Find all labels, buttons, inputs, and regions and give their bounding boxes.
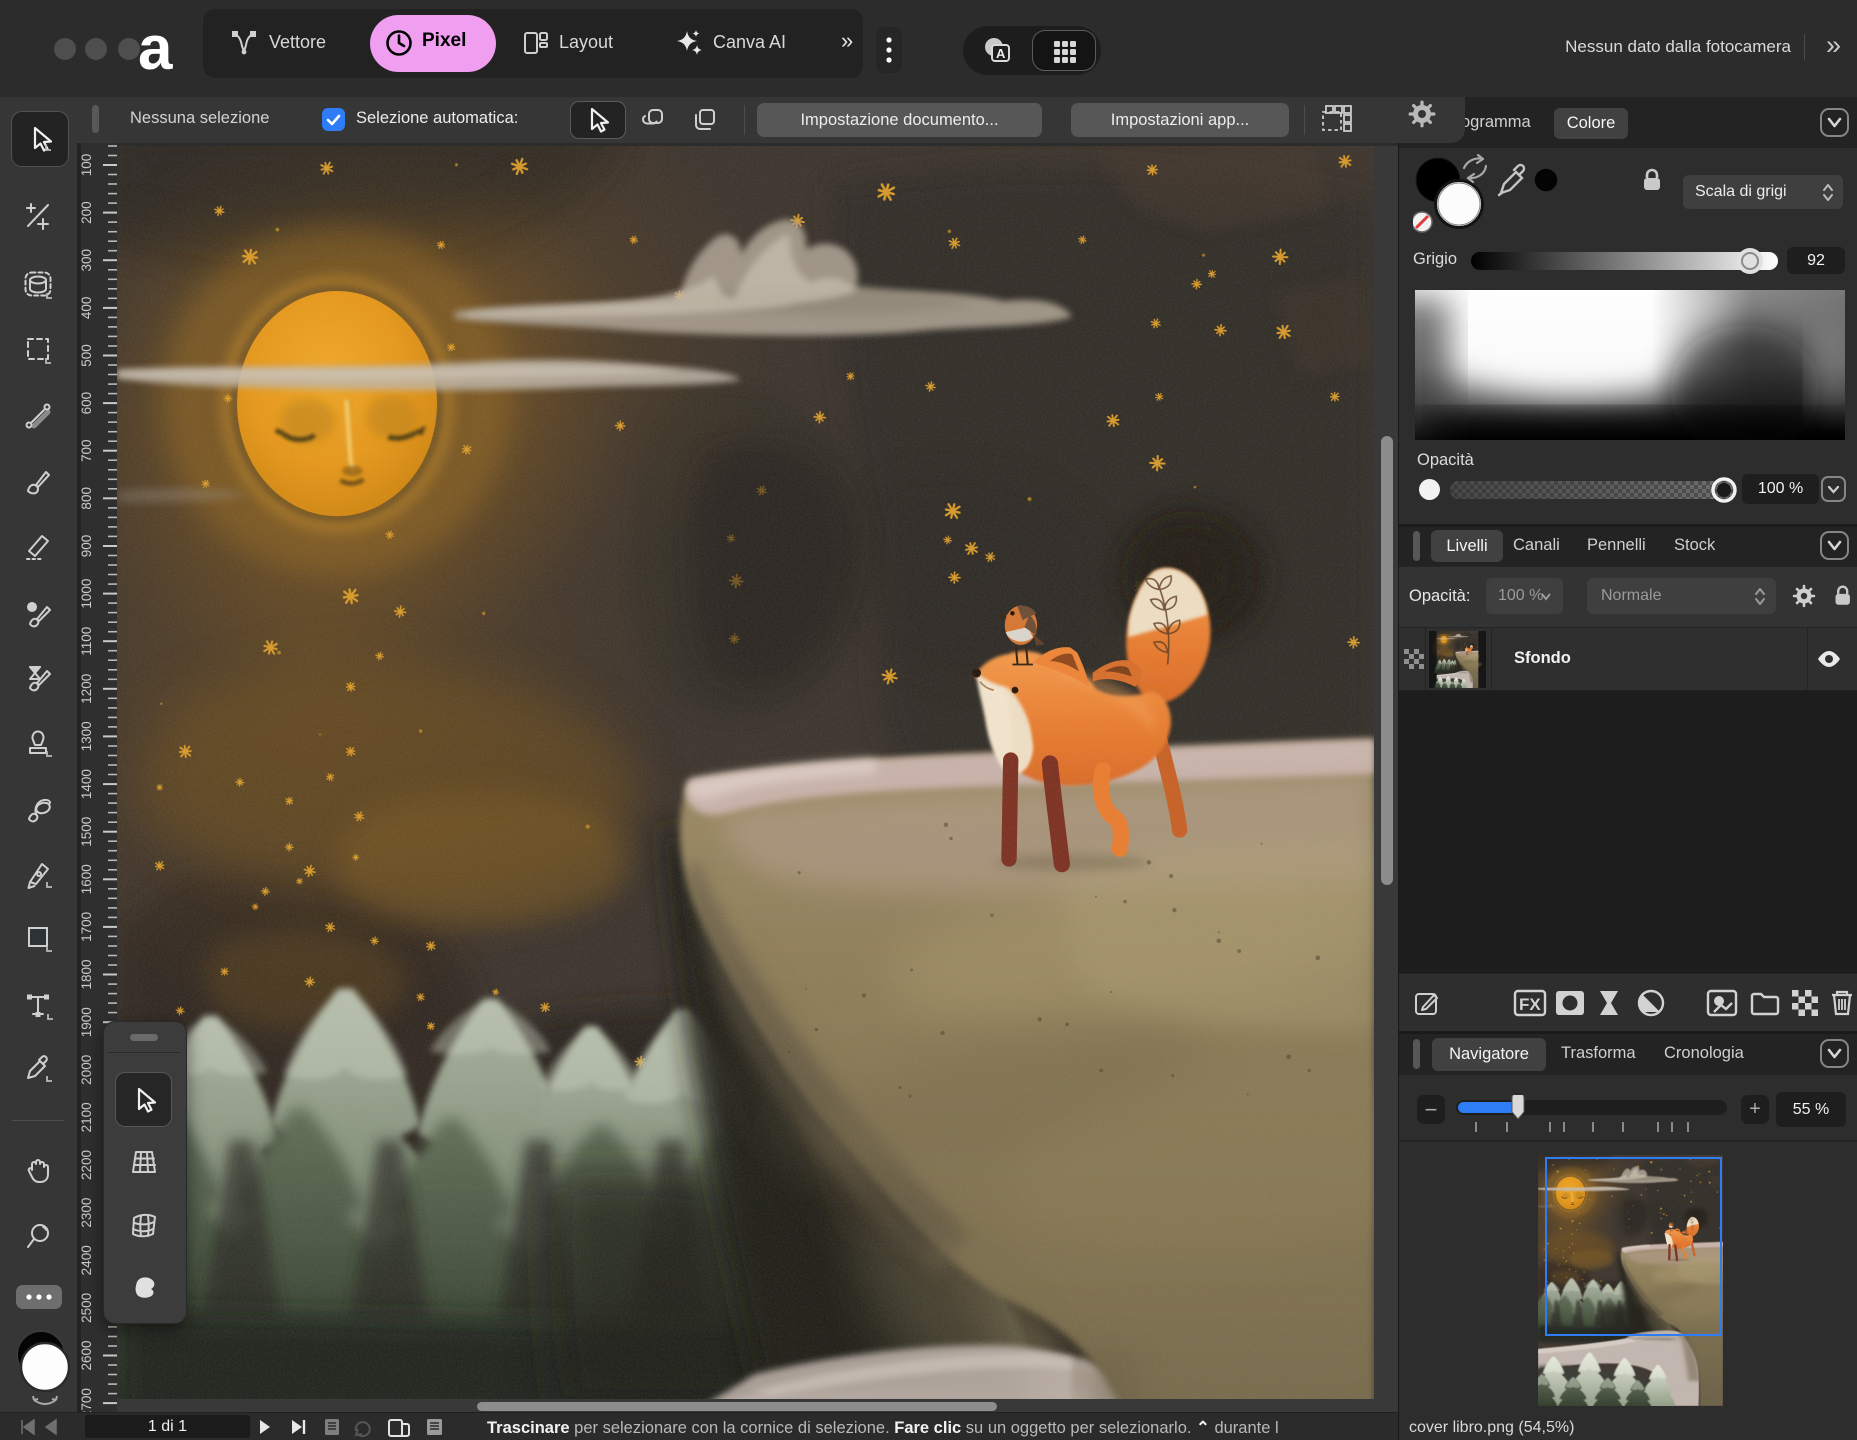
svg-text:2600: 2600 xyxy=(81,1340,94,1370)
svg-text:700: 700 xyxy=(81,439,94,462)
svg-text:1500: 1500 xyxy=(81,817,94,847)
svg-text:1400: 1400 xyxy=(81,769,94,799)
svg-text:1300: 1300 xyxy=(81,721,94,751)
svg-text:2200: 2200 xyxy=(81,1150,94,1180)
svg-text:1900: 1900 xyxy=(81,1007,94,1037)
svg-text:800: 800 xyxy=(81,487,94,510)
svg-text:1000: 1000 xyxy=(81,579,94,609)
svg-text:2700: 2700 xyxy=(81,1388,94,1412)
svg-text:A: A xyxy=(996,46,1006,61)
svg-text:2100: 2100 xyxy=(81,1102,94,1132)
svg-text:600: 600 xyxy=(81,392,94,415)
svg-text:1200: 1200 xyxy=(81,674,94,704)
svg-text:2300: 2300 xyxy=(81,1198,94,1228)
svg-text:2500: 2500 xyxy=(81,1293,94,1323)
svg-text:900: 900 xyxy=(81,535,94,558)
svg-text:400: 400 xyxy=(81,297,94,320)
svg-text:2400: 2400 xyxy=(81,1245,94,1275)
svg-text:1600: 1600 xyxy=(81,864,94,894)
svg-text:1700: 1700 xyxy=(81,912,94,942)
svg-text:1100: 1100 xyxy=(81,627,94,656)
svg-text:2000: 2000 xyxy=(81,1055,94,1085)
svg-text:500: 500 xyxy=(81,344,94,367)
svg-text:300: 300 xyxy=(81,249,94,272)
svg-text:100: 100 xyxy=(81,154,94,177)
svg-text:FX: FX xyxy=(1519,995,1541,1014)
svg-text:1800: 1800 xyxy=(81,959,94,989)
svg-text:200: 200 xyxy=(81,201,94,224)
